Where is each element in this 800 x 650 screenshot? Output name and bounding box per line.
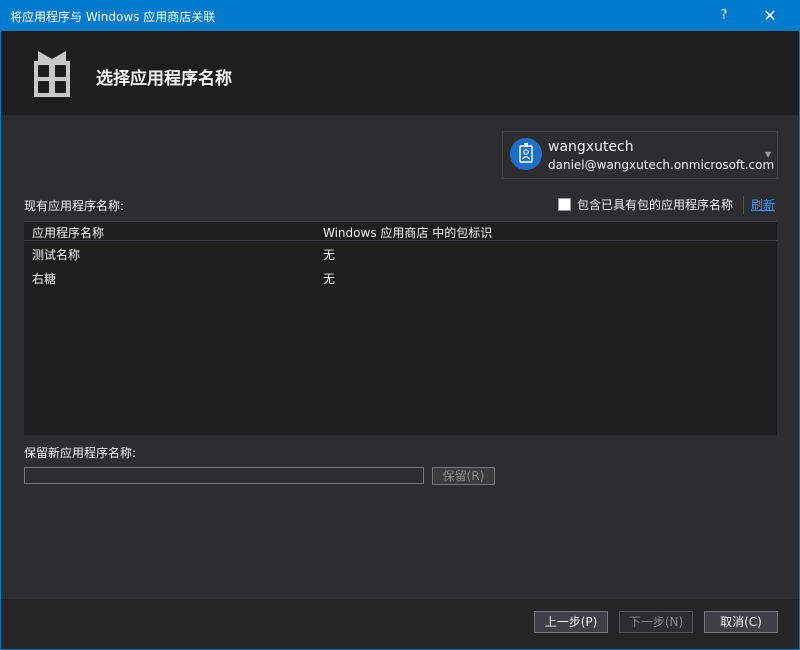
account-email: daniel@wangxutech.onmicrosoft.com [548,158,775,172]
app-name-list[interactable]: 应用程序名称 Windows 应用商店 中的包标识 测试名称 无 右糖 无 [24,221,777,435]
column-header-package-id[interactable]: Windows 应用商店 中的包标识 [323,224,492,241]
include-packaged-label[interactable]: 包含已具有包的应用程序名称 [577,196,733,213]
previous-button[interactable]: 上一步(P) [534,611,608,633]
list-item[interactable]: 测试名称 无 [24,242,777,266]
reserve-name-label: 保留新应用程序名称: [24,446,137,460]
help-button[interactable]: ? [701,1,747,31]
list-header: 应用程序名称 Windows 应用商店 中的包标识 [24,222,777,241]
window-title: 将应用程序与 Windows 应用商店关联 [10,10,216,24]
toolbar-divider [743,196,744,214]
account-badge-icon [510,138,542,170]
account-selector[interactable]: wangxutech daniel@wangxutech.onmicrosoft… [502,131,778,179]
column-header-app-name[interactable]: 应用程序名称 [32,224,104,241]
existing-names-label: 现有应用程序名称: [24,199,125,213]
close-button[interactable]: ✕ [747,1,793,31]
reserve-name-input[interactable] [24,467,424,484]
cancel-button[interactable]: 取消(C) [704,611,778,633]
wizard-header: 选择应用程序名称 [1,31,799,115]
reserve-button[interactable]: 保留(R) [432,467,495,485]
account-name: wangxutech [548,139,634,155]
package-id-cell: 无 [323,248,336,262]
include-packaged-checkbox[interactable] [558,198,571,211]
dialog-window: 将应用程序与 Windows 应用商店关联 ? ✕ 选择应用程序名称 wangx… [0,0,800,650]
app-name-cell: 右糖 [32,272,57,286]
app-name-cell: 测试名称 [32,248,81,262]
chevron-down-icon[interactable]: ▼ [765,150,771,159]
list-item[interactable]: 右糖 无 [24,266,777,290]
package-icon [34,51,70,97]
wizard-body: wangxutech daniel@wangxutech.onmicrosoft… [1,115,799,599]
refresh-link[interactable]: 刷新 [751,196,775,213]
next-button[interactable]: 下一步(N) [619,611,693,633]
page-title: 选择应用程序名称 [96,69,232,89]
wizard-footer: 上一步(P) 下一步(N) 取消(C) [1,599,799,649]
title-bar: 将应用程序与 Windows 应用商店关联 ? ✕ [1,1,799,31]
package-id-cell: 无 [323,272,336,286]
